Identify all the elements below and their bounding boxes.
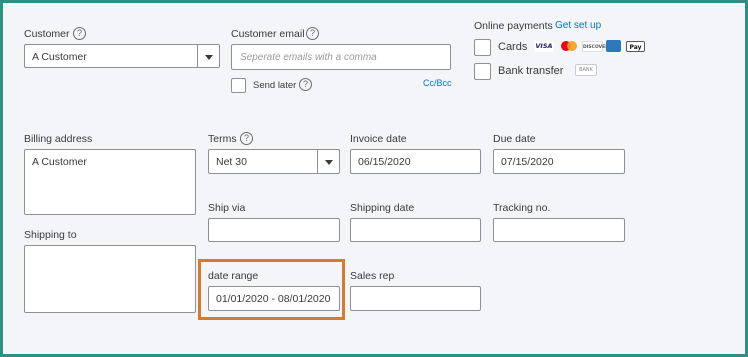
billing-address-textarea[interactable]: A Customer <box>24 149 196 215</box>
customer-email-input[interactable]: Seperate emails with a comma <box>231 44 451 70</box>
customer-email-label: Customer email <box>231 28 305 40</box>
cc-bcc-link[interactable]: Cc/Bcc <box>423 78 452 88</box>
shipping-date-label: Shipping date <box>350 202 415 214</box>
billing-address-value: A Customer <box>32 156 87 168</box>
send-later-label: Send later <box>253 80 297 91</box>
customer-label: Customer <box>24 28 70 40</box>
get-set-up-link[interactable]: Get set up <box>555 20 601 31</box>
chevron-down-icon <box>325 160 333 165</box>
customer-dropdown-button[interactable] <box>197 45 219 67</box>
terms-select[interactable]: Net 30 <box>208 149 340 174</box>
mastercard-orange-circle <box>567 41 577 51</box>
customer-help-icon[interactable]: ? <box>73 27 86 40</box>
send-later-help-icon[interactable]: ? <box>299 78 312 91</box>
date-range-highlight <box>198 259 345 320</box>
ship-via-input[interactable] <box>208 218 340 242</box>
discover-icon: DISCOVER <box>582 41 609 52</box>
apple-pay-icon: Pay <box>626 41 645 52</box>
due-date-value: 07/15/2020 <box>501 156 554 168</box>
shipping-to-textarea[interactable] <box>24 245 196 313</box>
bank-transfer-label: Bank transfer <box>498 65 564 77</box>
billing-address-label: Billing address <box>24 133 93 145</box>
mastercard-icon <box>559 41 579 52</box>
invoice-date-label: Invoice date <box>350 133 407 145</box>
invoice-date-value: 06/15/2020 <box>358 156 411 168</box>
terms-value: Net 30 <box>216 156 247 168</box>
shipping-to-label: Shipping to <box>24 229 77 241</box>
ship-via-label: Ship via <box>208 202 246 214</box>
due-date-input[interactable]: 07/15/2020 <box>493 149 625 174</box>
amex-icon <box>606 40 621 52</box>
customer-select[interactable]: A Customer <box>24 44 220 68</box>
customer-value: A Customer <box>32 51 87 63</box>
terms-label: Terms <box>208 133 237 145</box>
terms-help-icon[interactable]: ? <box>240 132 253 145</box>
shipping-date-input[interactable] <box>350 218 481 242</box>
visa-icon: VISA <box>534 41 554 52</box>
tracking-no-label: Tracking no. <box>493 202 551 214</box>
invoice-date-input[interactable]: 06/15/2020 <box>350 149 481 174</box>
tracking-no-input[interactable] <box>493 218 625 242</box>
invoice-header-panel: Customer ? A Customer Customer email ? S… <box>3 3 745 354</box>
send-later-checkbox[interactable] <box>231 78 246 93</box>
terms-dropdown-button[interactable] <box>317 150 339 173</box>
bank-transfer-checkbox[interactable] <box>474 63 491 80</box>
sales-rep-label: Sales rep <box>350 270 395 282</box>
chevron-down-icon <box>205 55 213 60</box>
customer-email-help-icon[interactable]: ? <box>306 27 319 40</box>
online-payments-label: Online payments <box>474 20 553 32</box>
bank-icon: BANK <box>575 64 597 76</box>
customer-email-placeholder: Seperate emails with a comma <box>240 52 377 63</box>
cards-label: Cards <box>498 41 528 53</box>
cards-checkbox[interactable] <box>474 39 491 56</box>
sales-rep-input[interactable] <box>350 286 481 311</box>
due-date-label: Due date <box>493 133 536 145</box>
